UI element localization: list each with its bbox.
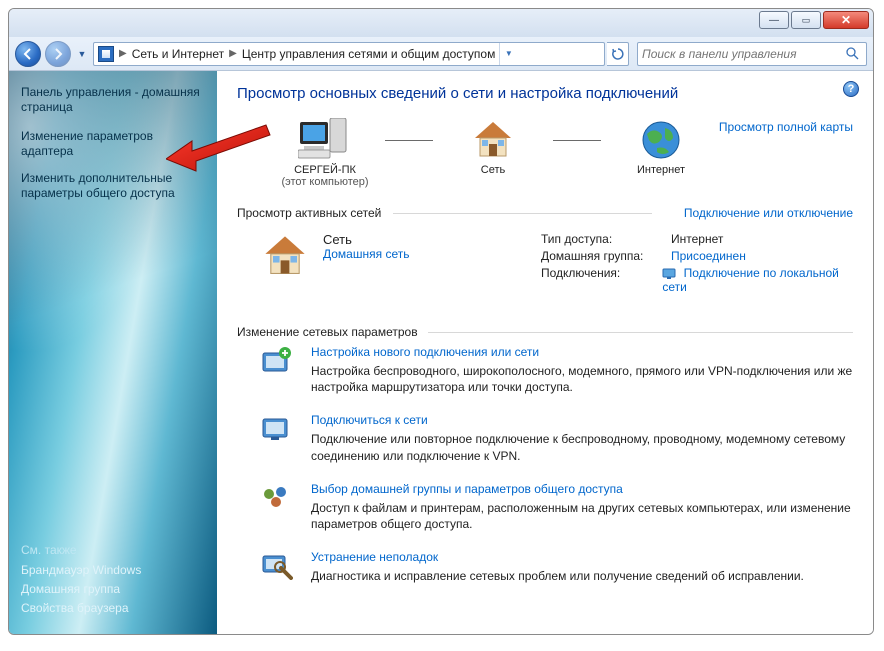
help-icon[interactable]: ?	[843, 81, 859, 97]
lan-icon	[662, 268, 676, 280]
option-homegroup-title[interactable]: Выбор домашней группы и параметров общег…	[311, 482, 853, 496]
homegroup-icon	[261, 482, 293, 514]
breadcrumb-sep-icon: ▶	[118, 48, 128, 59]
arrow-right-icon	[52, 48, 64, 60]
map-node-pc-sub: (этот компьютер)	[265, 176, 385, 188]
search-box[interactable]	[637, 42, 867, 66]
nav-history-dropdown[interactable]: ▼	[75, 41, 89, 67]
breadcrumb-sep-icon: ▶	[228, 48, 238, 59]
option-homegroup-desc: Доступ к файлам и принтерам, расположенн…	[311, 500, 853, 532]
nav-forward-button[interactable]	[45, 41, 71, 67]
change-settings-header: Изменение сетевых параметров	[237, 325, 853, 339]
breadcrumb-network[interactable]: Сеть и Интернет	[128, 47, 228, 61]
page-title: Просмотр основных сведений о сети и наст…	[237, 85, 853, 102]
globe-icon	[601, 116, 721, 164]
option-troubleshoot[interactable]: Устранение неполадок Диагностика и испра…	[261, 550, 853, 584]
connections-label: Подключения:	[541, 266, 662, 294]
sidebar-adapter-settings[interactable]: Изменение параметров адаптера	[21, 129, 213, 159]
homegroup-label: Домашняя группа:	[541, 249, 671, 263]
connect-network-icon	[261, 413, 293, 445]
refresh-icon	[612, 48, 624, 60]
sidebar-home-link[interactable]: Панель управления - домашняя страница	[21, 85, 213, 115]
address-bar-row: ▼ ▶ Сеть и Интернет ▶ Центр управления с…	[9, 37, 873, 71]
connect-disconnect-link[interactable]: Подключение или отключение	[664, 206, 853, 220]
arrow-left-icon	[22, 48, 34, 60]
connection-link[interactable]: Подключение по локальной сети	[662, 266, 853, 294]
map-connector	[385, 116, 433, 164]
network-map: Просмотр полной карты СЕРГЕЙ-ПК (этот ко…	[237, 116, 853, 188]
option-new-connection-title[interactable]: Настройка нового подключения или сети	[311, 345, 853, 359]
option-connect-network[interactable]: Подключиться к сети Подключение или повт…	[261, 413, 853, 463]
view-full-map-link[interactable]: Просмотр полной карты	[719, 120, 853, 134]
map-node-pc[interactable]: СЕРГЕЙ-ПК (этот компьютер)	[265, 116, 385, 188]
sidebar-see-also-header: См. также	[21, 543, 141, 557]
search-input[interactable]	[642, 47, 846, 61]
search-icon	[846, 47, 862, 60]
house-icon	[433, 116, 553, 164]
breadcrumb-center[interactable]: Центр управления сетями и общим доступом	[238, 47, 500, 61]
window-frame: — ▭ ✕ ▼ ▶ Сеть и Интернет ▶ Центр управл…	[8, 8, 874, 635]
sidebar-firewall-link[interactable]: Брандмауэр Windows	[21, 563, 141, 578]
map-node-network[interactable]: Сеть	[433, 116, 553, 176]
active-networks-header-row: Просмотр активных сетей Подключение или …	[237, 206, 853, 220]
sidebar-see-also: См. также Брандмауэр Windows Домашняя гр…	[21, 543, 141, 620]
nav-back-button[interactable]	[15, 41, 41, 67]
refresh-button[interactable]	[607, 42, 629, 66]
active-network-panel: Сеть Домашняя сеть Тип доступа: Интернет…	[237, 226, 853, 307]
map-node-network-label: Сеть	[433, 164, 553, 176]
computer-icon	[265, 116, 385, 164]
sidebar-sharing-settings[interactable]: Изменить дополнительные параметры общего…	[21, 171, 213, 201]
active-networks-header: Просмотр активных сетей	[237, 206, 381, 220]
window-body: Панель управления - домашняя страница Из…	[9, 71, 873, 634]
sidebar-homegroup-link[interactable]: Домашняя группа	[21, 582, 141, 597]
option-connect-network-desc: Подключение или повторное подключение к …	[311, 431, 853, 463]
address-bar[interactable]: ▶ Сеть и Интернет ▶ Центр управления сет…	[93, 42, 605, 66]
option-troubleshoot-title[interactable]: Устранение неполадок	[311, 550, 804, 564]
close-button[interactable]: ✕	[823, 11, 869, 29]
map-node-internet-label: Интернет	[601, 164, 721, 176]
sidebar: Панель управления - домашняя страница Из…	[9, 71, 217, 634]
option-connect-network-title[interactable]: Подключиться к сети	[311, 413, 853, 427]
access-type-label: Тип доступа:	[541, 232, 671, 246]
troubleshoot-icon	[261, 550, 293, 582]
control-panel-icon	[98, 46, 114, 62]
homegroup-value-link[interactable]: Присоединен	[671, 249, 746, 263]
access-type-value: Интернет	[671, 232, 723, 246]
address-dropdown[interactable]: ▼	[499, 42, 517, 66]
sidebar-browser-link[interactable]: Свойства браузера	[21, 601, 141, 616]
minimize-button[interactable]: —	[759, 11, 789, 29]
network-name: Сеть	[323, 232, 409, 247]
maximize-button[interactable]: ▭	[791, 11, 821, 29]
map-connector	[553, 116, 601, 164]
map-node-internet[interactable]: Интернет	[601, 116, 721, 176]
house-icon	[261, 232, 309, 280]
option-new-connection[interactable]: Настройка нового подключения или сети На…	[261, 345, 853, 395]
network-type-link[interactable]: Домашняя сеть	[323, 247, 409, 261]
titlebar: — ▭ ✕	[9, 9, 873, 37]
map-node-pc-label: СЕРГЕЙ-ПК	[265, 164, 385, 176]
option-troubleshoot-desc: Диагностика и исправление сетевых пробле…	[311, 568, 804, 584]
new-connection-icon	[261, 345, 293, 377]
settings-options-list: Настройка нового подключения или сети На…	[237, 345, 853, 584]
main-content: ? Просмотр основных сведений о сети и на…	[217, 71, 873, 634]
option-homegroup[interactable]: Выбор домашней группы и параметров общег…	[261, 482, 853, 532]
option-new-connection-desc: Настройка беспроводного, широкополосного…	[311, 363, 853, 395]
